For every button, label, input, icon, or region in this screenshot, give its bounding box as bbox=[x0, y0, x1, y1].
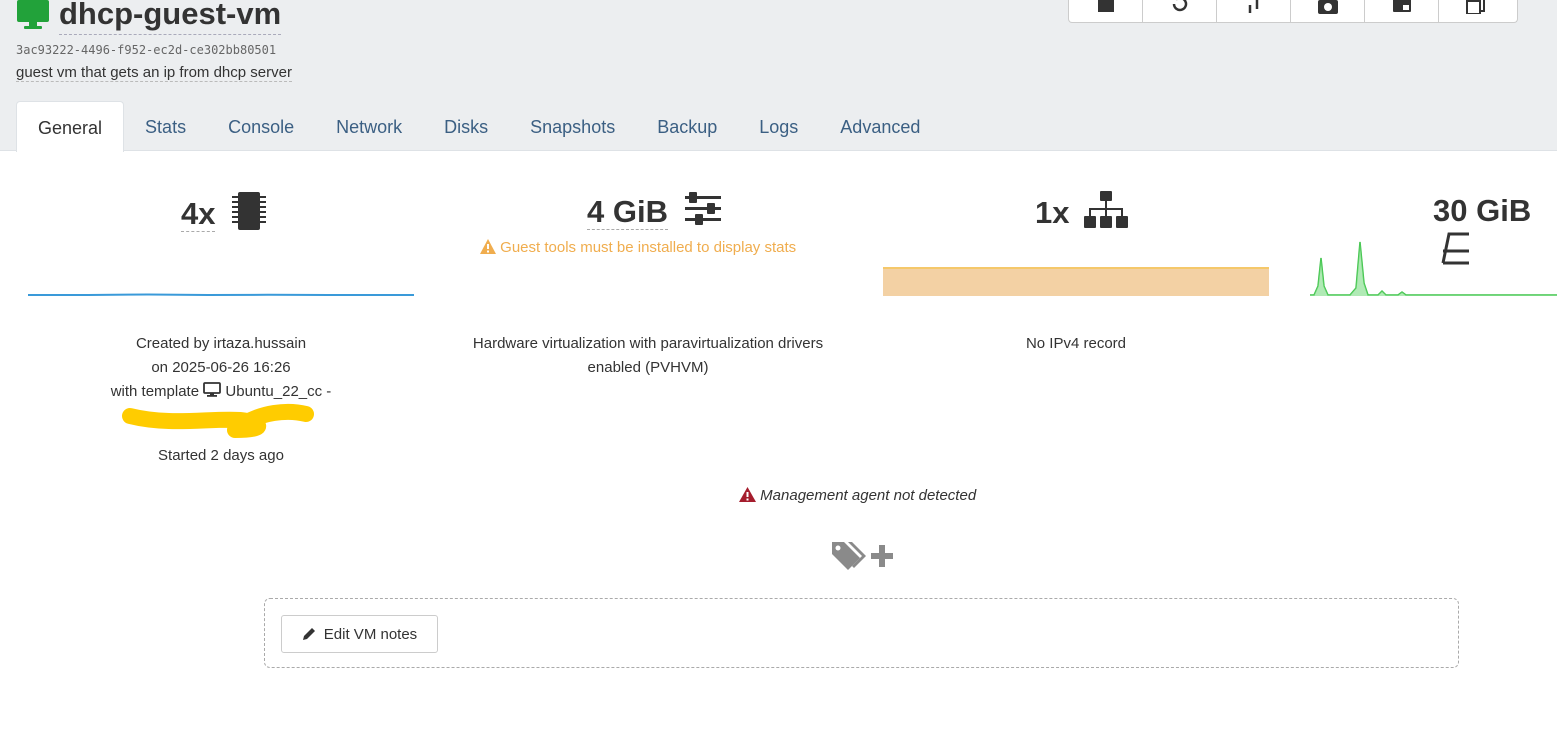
edit-vm-notes-label: Edit VM notes bbox=[323, 625, 418, 643]
ipv4-info: No IPv4 record bbox=[1025, 335, 1127, 352]
guest-tools-warning-text: Guest tools must be installed to display… bbox=[500, 239, 797, 256]
tab-advanced[interactable]: Advanced bbox=[819, 101, 941, 151]
tab-network[interactable]: Network bbox=[315, 101, 423, 151]
management-agent-text: Management agent not detected bbox=[760, 487, 977, 504]
add-tag-icon[interactable] bbox=[871, 545, 893, 567]
disk-size-value[interactable]: 30 GiB bbox=[1433, 193, 1531, 228]
template-prefix: with template bbox=[110, 383, 200, 400]
guest-tools-warning: Guest tools must be installed to display… bbox=[480, 239, 796, 256]
cpu-chip-icon bbox=[230, 191, 268, 241]
memory-size: 4 GiB bbox=[587, 191, 723, 237]
network-usage-chart bbox=[883, 267, 1269, 296]
stop-button[interactable] bbox=[1069, 0, 1143, 22]
started-info: Started 2 days ago bbox=[158, 447, 284, 464]
tab-disks[interactable]: Disks bbox=[423, 101, 509, 151]
creation-info: Created by irtaza.hussain on 2025-06-26 … bbox=[70, 332, 372, 404]
cpu-count: 4x bbox=[181, 191, 268, 241]
export-button[interactable] bbox=[1365, 0, 1439, 22]
tags-icon[interactable] bbox=[830, 540, 866, 572]
created-by: Created by irtaza.hussain bbox=[135, 335, 307, 352]
tab-general[interactable]: General bbox=[16, 101, 125, 152]
network-count-value[interactable]: 1x bbox=[1035, 195, 1069, 230]
memory-size-value[interactable]: 4 GiB bbox=[587, 194, 668, 231]
tab-backup[interactable]: Backup bbox=[636, 101, 738, 151]
pencil-icon bbox=[302, 628, 315, 640]
snapshot-icon bbox=[1317, 0, 1338, 14]
vm-action-toolbar bbox=[1068, 0, 1518, 23]
stop-icon bbox=[1097, 0, 1114, 12]
tab-logs[interactable]: Logs bbox=[738, 101, 819, 151]
cpu-count-value[interactable]: 4x bbox=[181, 196, 216, 233]
sliders-icon bbox=[683, 191, 723, 237]
tab-console[interactable]: Console bbox=[207, 101, 315, 151]
restart-button[interactable] bbox=[1143, 0, 1217, 22]
created-on: on 2025-06-26 16:26 bbox=[151, 359, 291, 376]
vm-name[interactable]: dhcp-guest-vm bbox=[59, 0, 282, 35]
vm-tabs: General Stats Console Network Disks Snap… bbox=[16, 101, 941, 152]
vm-description[interactable]: guest vm that gets an ip from dhcp serve… bbox=[16, 64, 292, 82]
migrate-button[interactable] bbox=[1217, 0, 1291, 22]
edit-vm-notes-button[interactable]: Edit VM notes bbox=[281, 615, 438, 653]
copy-button[interactable] bbox=[1439, 0, 1513, 22]
network-icon bbox=[1084, 191, 1129, 239]
template-link[interactable]: Ubuntu_22_cc - bbox=[225, 383, 331, 400]
redaction-scribble bbox=[122, 403, 314, 438]
warning-icon bbox=[480, 239, 496, 254]
disk-usage-chart bbox=[1310, 241, 1557, 296]
tab-snapshots[interactable]: Snapshots bbox=[509, 101, 636, 151]
network-count: 1x bbox=[1035, 191, 1129, 239]
copy-icon bbox=[1466, 0, 1485, 14]
vm-uuid: 3ac93222-4496-f952-ec2d-ce302bb80501 bbox=[16, 43, 277, 57]
management-agent-warning: Management agent not detected bbox=[739, 487, 976, 504]
snapshot-button[interactable] bbox=[1291, 0, 1365, 22]
virtualization-mode: Hardware virtualization with paravirtual… bbox=[472, 335, 824, 376]
restart-icon bbox=[1172, 0, 1187, 12]
migrate-icon bbox=[1248, 0, 1258, 13]
template-monitor-icon bbox=[203, 382, 222, 397]
vm-notes-area: Edit VM notes bbox=[264, 598, 1459, 668]
cpu-usage-chart bbox=[28, 293, 414, 297]
tab-stats[interactable]: Stats bbox=[124, 101, 207, 151]
danger-warning-icon bbox=[739, 487, 756, 502]
vm-monitor-icon bbox=[16, 0, 50, 37]
export-icon bbox=[1392, 0, 1411, 12]
